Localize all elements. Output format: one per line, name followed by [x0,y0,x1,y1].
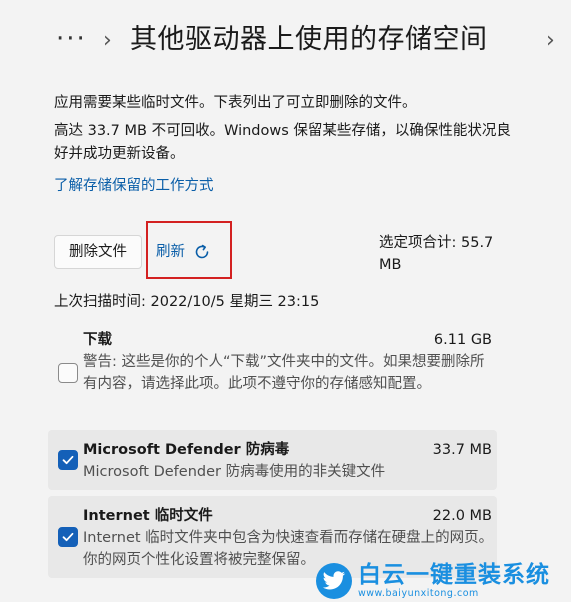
page-title: 其他驱动器上使用的存储空间 [130,24,488,55]
page-header: ··· › 其他驱动器上使用的存储空间 › [0,0,571,84]
item-description: Microsoft Defender 防病毒使用的非关键文件 [83,464,386,480]
refresh-label: 刷新 [156,244,185,260]
refresh-icon [193,243,211,261]
checkmark-icon [62,532,74,542]
refresh-button[interactable]: 刷新 [156,241,211,263]
list-item-defender[interactable]: Microsoft Defender 防病毒 33.7 MB Microsoft… [48,430,497,490]
internet-temp-checkbox[interactable] [58,527,78,547]
item-name: 下载 [83,332,112,348]
delete-files-button[interactable]: 删除文件 [54,235,142,269]
selected-total: 选定项合计: 55.7 MB [379,235,494,273]
downloads-checkbox[interactable] [58,363,78,383]
last-scan-time: 上次扫描时间: 2022/10/5 星期三 23:15 [54,294,320,310]
bird-logo-icon [316,563,352,599]
breadcrumb-chevron-icon: › [103,28,112,53]
learn-storage-reserve-link[interactable]: 了解存储保留的工作方式 [54,175,214,197]
item-size: 33.7 MB [432,442,492,458]
intro-text: 应用需要某些临时文件。下表列出了可立即删除的文件。 [54,95,417,111]
checkmark-icon [62,455,74,465]
item-size: 22.0 MB [432,508,492,524]
breadcrumb-chevron-right-icon: › [546,28,555,53]
item-description: 警告: 这些是你的个人“下载”文件夹中的文件。如果想要删除所有内容，请选择此项。… [83,354,485,392]
watermark-title: 白云一键重装系统 [358,562,550,588]
watermark-url: www.baiyunxitong.com [358,588,479,599]
detail-text: 高达 33.7 MB 不可回收。Windows 保留某些存储，以确保性能状况良好… [54,123,511,162]
watermark-logo: 白云一键重装系统 www.baiyunxitong.com [316,560,571,602]
item-name: Internet 临时文件 [83,508,213,524]
more-options-icon[interactable]: ··· [56,24,87,54]
list-item-downloads[interactable]: 下载 6.11 GB 警告: 这些是你的个人“下载”文件夹中的文件。如果想要删除… [48,326,497,422]
item-name: Microsoft Defender 防病毒 [83,442,290,458]
defender-checkbox[interactable] [58,450,78,470]
item-size: 6.11 GB [433,332,492,348]
